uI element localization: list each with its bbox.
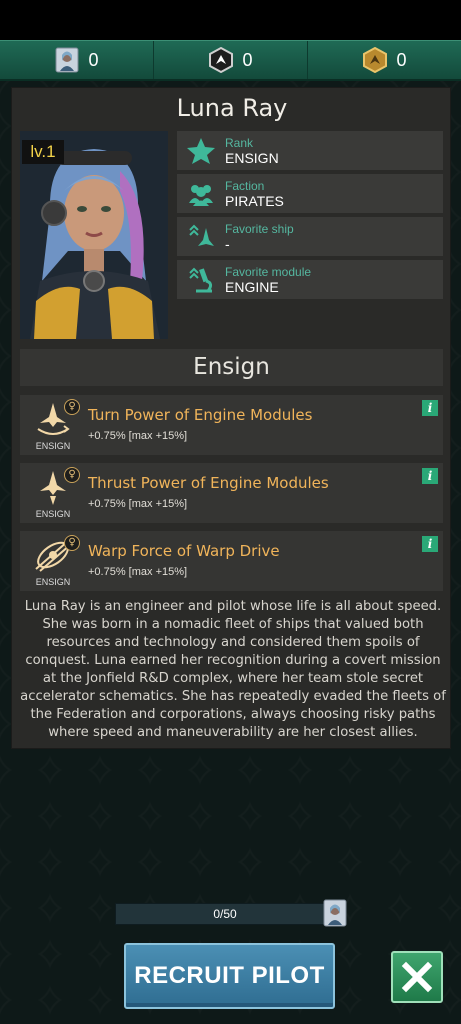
- info-row-favorite-ship: Favorite ship -: [177, 217, 443, 256]
- ship-token-icon: [208, 47, 234, 73]
- info-value: PIRATES: [225, 192, 284, 209]
- info-icon[interactable]: i: [422, 400, 438, 416]
- turn-engine-icon: ♀ ENSIGN: [30, 399, 80, 451]
- microscope-icon: [185, 264, 217, 296]
- perk-item: ♀ ENSIGN Warp Force of Warp Drive +0.75%…: [20, 531, 443, 591]
- info-value: ENSIGN: [225, 149, 279, 166]
- info-row-faction: Faction PIRATES: [177, 174, 443, 213]
- bulb-icon: ♀: [64, 535, 80, 551]
- currency-ship-tokens[interactable]: 0: [154, 41, 308, 79]
- currency-gold-tokens[interactable]: 0: [308, 41, 461, 79]
- info-value: ENGINE: [225, 278, 279, 295]
- info-label: Rank: [225, 135, 254, 150]
- info-label: Favorite module: [225, 264, 312, 279]
- perk-rank-label: ENSIGN: [35, 509, 71, 519]
- info-row-rank: Rank ENSIGN: [177, 131, 443, 170]
- currency-gold-tokens-value: 0: [396, 49, 407, 70]
- perk-description: +0.75% [max +15%]: [88, 430, 188, 442]
- perk-title: Turn Power of Engine Modules: [88, 406, 313, 424]
- rank-title: Ensign: [20, 349, 443, 386]
- currency-ship-tokens-value: 0: [242, 49, 253, 70]
- recruit-progress-bar: 0/50: [115, 903, 335, 925]
- progress-text: 0/50: [213, 907, 237, 921]
- info-row-favorite-module: Favorite module ENGINE: [177, 260, 443, 299]
- recruit-pilot-button[interactable]: RECRUIT PILOT: [124, 943, 335, 1009]
- bulb-icon: ♀: [64, 399, 80, 415]
- info-value: -: [225, 235, 230, 252]
- close-button[interactable]: [391, 951, 443, 1003]
- pilot-portrait-icon: [54, 47, 80, 73]
- perk-rank-label: ENSIGN: [35, 441, 71, 451]
- status-bar-area: [0, 0, 461, 40]
- info-label: Faction: [225, 178, 265, 193]
- ship-icon: [185, 221, 217, 253]
- currency-pilot-cards-value: 0: [88, 49, 99, 70]
- perk-item: ♀ ENSIGN Turn Power of Engine Modules +0…: [20, 395, 443, 455]
- perk-item: ♀ ENSIGN Thrust Power of Engine Modules …: [20, 463, 443, 523]
- people-icon: [185, 178, 217, 210]
- warp-drive-icon: ♀ ENSIGN: [30, 535, 80, 587]
- pilot-name: Luna Ray: [176, 94, 288, 122]
- pilot-level-badge: lv.1: [22, 140, 64, 164]
- perk-title: Thrust Power of Engine Modules: [88, 474, 329, 492]
- perk-description: +0.75% [max +15%]: [88, 566, 188, 578]
- star-icon: [185, 135, 217, 167]
- perk-rank-label: ENSIGN: [35, 577, 71, 587]
- gold-token-icon: [362, 47, 388, 73]
- perk-title: Warp Force of Warp Drive: [88, 542, 280, 560]
- currency-pilot-cards[interactable]: 0: [0, 41, 154, 79]
- pilot-info-list: Rank ENSIGN Faction PIRATES Favorite shi…: [177, 131, 443, 303]
- thrust-engine-icon: ♀ ENSIGN: [30, 467, 80, 519]
- info-icon[interactable]: i: [422, 468, 438, 484]
- info-icon[interactable]: i: [422, 536, 438, 552]
- pilot-panel: Luna Ray lv.1 Rank ENSIGN Faction PIRATE…: [11, 87, 451, 749]
- bulb-icon: ♀: [64, 467, 80, 483]
- pilot-biography: Luna Ray is an engineer and pilot whose …: [20, 599, 446, 740]
- currency-bar: 0 0 0: [0, 40, 461, 81]
- perk-description: +0.75% [max +15%]: [88, 498, 188, 510]
- pilot-card-icon: [322, 899, 348, 927]
- close-icon: [401, 961, 433, 993]
- info-label: Favorite ship: [225, 221, 294, 236]
